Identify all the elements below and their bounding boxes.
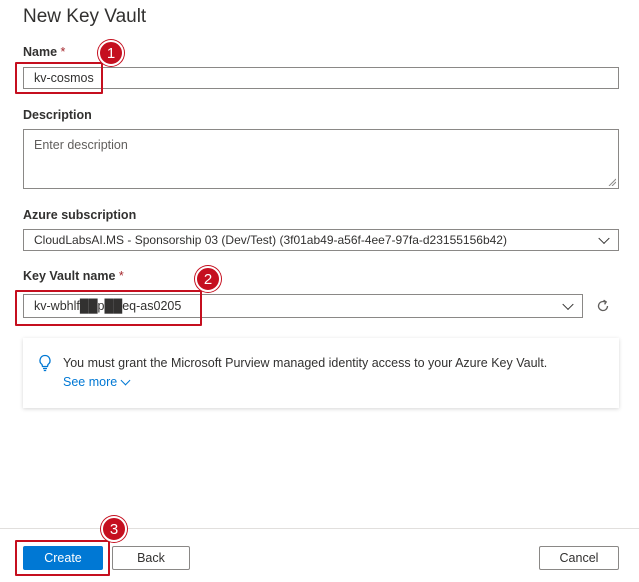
highlight-box-create <box>15 540 110 576</box>
back-button[interactable]: Back <box>112 546 190 570</box>
see-more-link[interactable]: See more <box>63 375 131 389</box>
key-vault-name-label: Key Vault name * <box>23 269 124 283</box>
subscription-dropdown[interactable]: CloudLabsAI.MS - Sponsorship 03 (Dev/Tes… <box>23 229 619 251</box>
footer-divider <box>0 528 639 529</box>
cancel-button[interactable]: Cancel <box>539 546 619 570</box>
highlight-box-name <box>15 62 103 94</box>
key-vault-name-label-text: Key Vault name <box>23 269 116 283</box>
step-badge-1: 1 <box>98 40 124 66</box>
description-placeholder: Enter description <box>34 138 128 152</box>
chevron-down-icon <box>120 375 131 385</box>
highlight-box-key-vault-name <box>15 290 202 326</box>
name-input[interactable]: kv-cosmos <box>23 67 619 89</box>
description-label: Description <box>23 108 92 122</box>
description-textarea[interactable]: Enter description <box>23 129 619 189</box>
required-mark: * <box>60 45 66 59</box>
refresh-icon[interactable] <box>594 297 612 315</box>
see-more-label: See more <box>63 375 118 389</box>
step-badge-2: 2 <box>195 266 221 292</box>
info-message: You must grant the Microsoft Purview man… <box>63 356 548 370</box>
chevron-down-icon <box>562 298 574 311</box>
chevron-down-icon <box>598 232 610 245</box>
page-title: New Key Vault <box>23 6 147 27</box>
subscription-value: CloudLabsAI.MS - Sponsorship 03 (Dev/Tes… <box>34 233 507 247</box>
subscription-label: Azure subscription <box>23 208 137 222</box>
name-label: Name * <box>23 45 65 59</box>
name-label-text: Name <box>23 45 58 59</box>
step-badge-3: 3 <box>101 516 127 542</box>
info-card: You must grant the Microsoft Purview man… <box>23 338 619 408</box>
resize-grip-icon[interactable] <box>608 178 616 186</box>
required-mark: * <box>118 269 124 283</box>
lightbulb-icon <box>39 354 51 372</box>
